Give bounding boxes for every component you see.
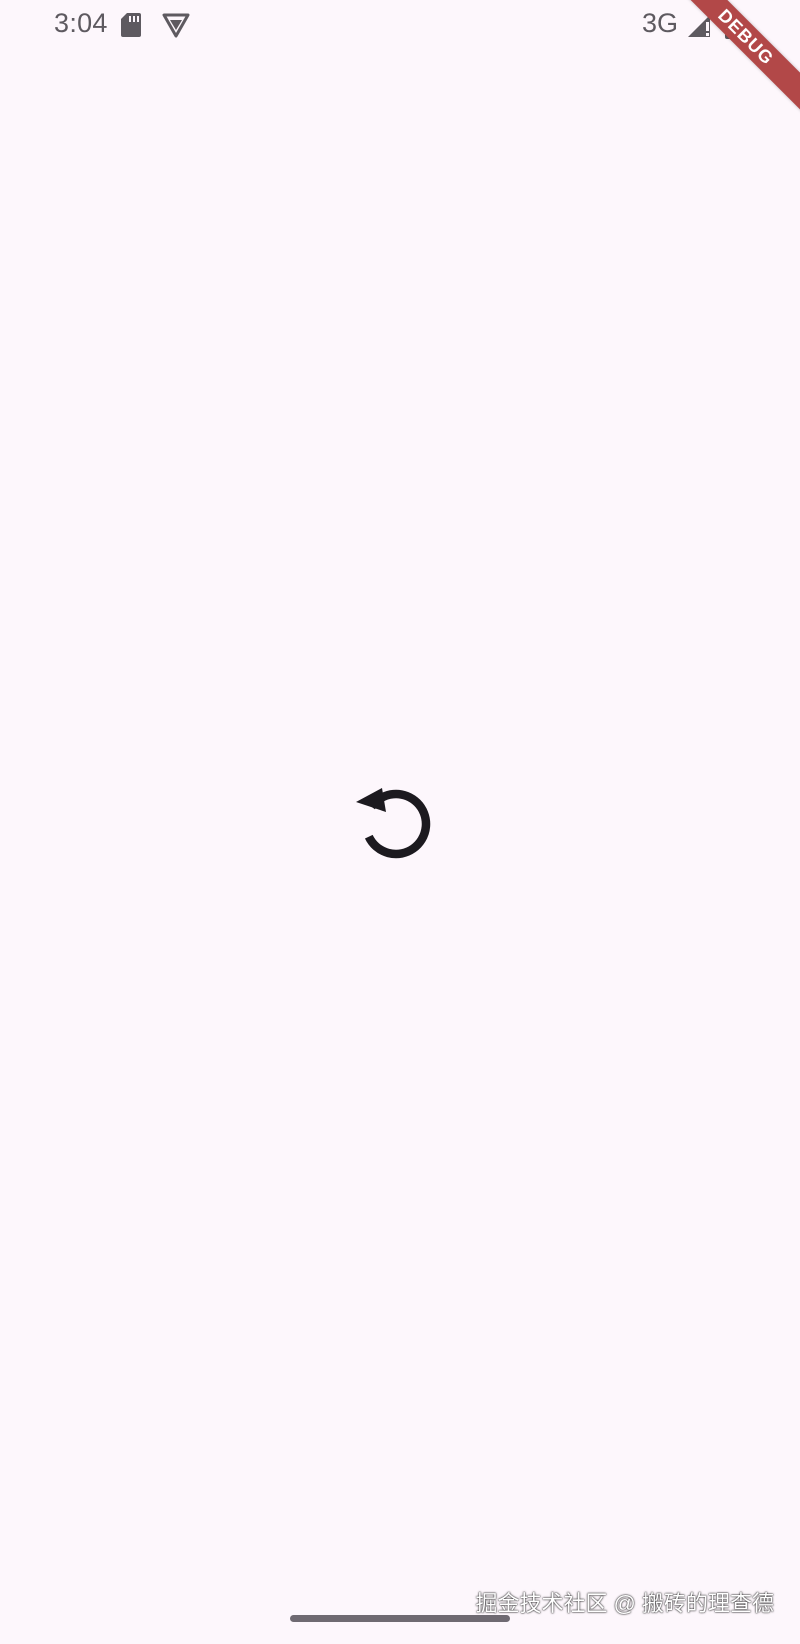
network-type: 3G	[642, 8, 679, 38]
watermark: 掘金技术社区 @ 搬砖的理查德	[475, 1591, 774, 1616]
refresh-button[interactable]	[350, 778, 440, 868]
sd-card-icon	[120, 12, 142, 38]
home-indicator[interactable]	[290, 1615, 510, 1622]
refresh-arrowhead	[356, 788, 386, 812]
status-bar: 3:04 3G	[0, 0, 800, 48]
vpn-shield-icon	[162, 12, 190, 38]
status-time: 3:04	[54, 8, 108, 38]
refresh-icon	[356, 788, 431, 859]
